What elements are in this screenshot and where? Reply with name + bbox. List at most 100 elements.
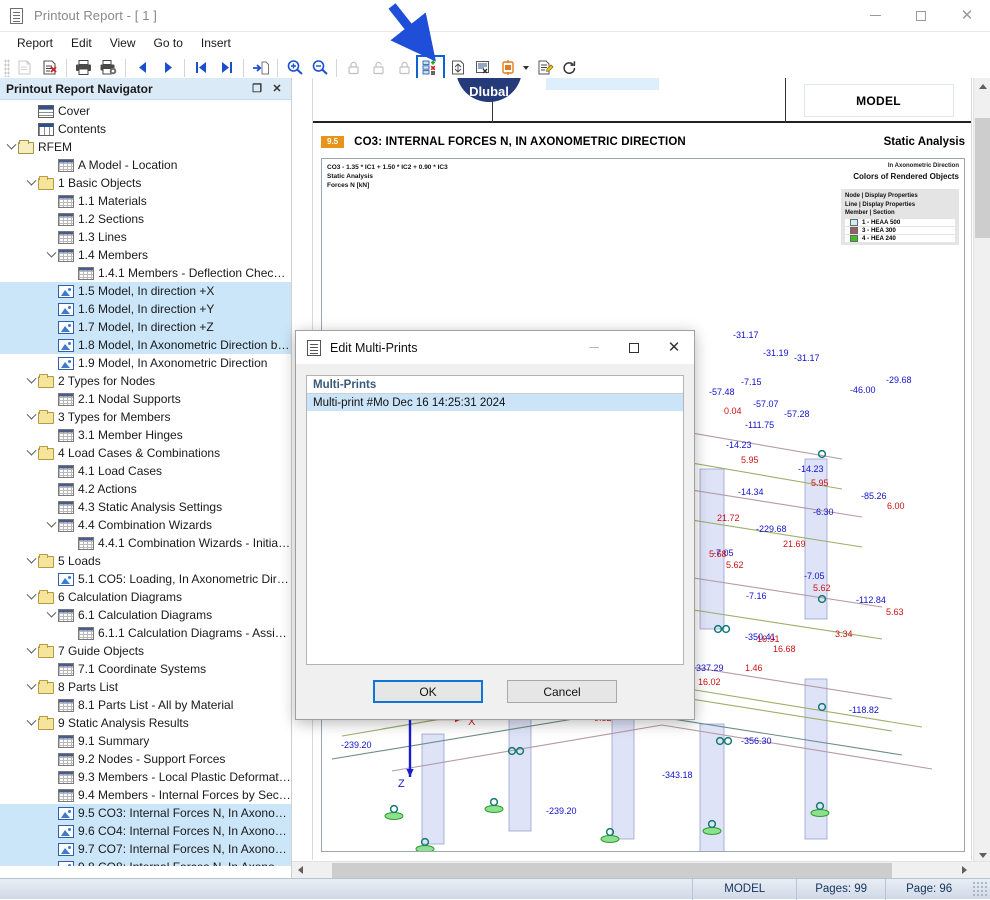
zoom-in-icon[interactable] (282, 56, 307, 80)
tree-item[interactable]: 1.3 Lines (0, 228, 291, 246)
menu-report[interactable]: Report (8, 34, 62, 52)
tree-item[interactable]: 1.2 Sections (0, 210, 291, 228)
cancel-button[interactable]: Cancel (507, 680, 617, 703)
tree-item[interactable]: 4.4.1 Combination Wizards - Initial ... (0, 534, 291, 552)
undock-icon[interactable]: ❐ (248, 80, 266, 98)
delete-report-icon[interactable] (37, 56, 62, 80)
tree-item[interactable]: 1.8 Model, In Axonometric Direction by .… (0, 336, 291, 354)
tree-item[interactable]: 2 Types for Nodes (0, 372, 291, 390)
multi-prints-listbox[interactable]: Multi-Prints Multi-print #Mo Dec 16 14:2… (306, 375, 684, 665)
expand-collapse-toggle[interactable] (24, 372, 38, 390)
expand-collapse-toggle[interactable] (24, 444, 38, 462)
tree-item[interactable]: 2.1 Nodal Supports (0, 390, 291, 408)
expand-collapse-toggle[interactable] (24, 714, 38, 732)
expand-collapse-toggle[interactable] (24, 588, 38, 606)
tree-item[interactable]: 7 Guide Objects (0, 642, 291, 660)
tree-item[interactable]: 9.6 CO4: Internal Forces N, In Axonom... (0, 822, 291, 840)
refresh-icon[interactable] (557, 56, 582, 80)
dialog-minimize-button[interactable] (574, 331, 614, 365)
expand-collapse-toggle[interactable] (24, 552, 38, 570)
print-icon[interactable] (71, 56, 96, 80)
tree-item[interactable]: 9.8 CO8: Internal Forces N, In Axonom... (0, 858, 291, 866)
tree-item[interactable]: 1.9 Model, In Axonometric Direction (0, 354, 291, 372)
tree-item[interactable]: 5 Loads (0, 552, 291, 570)
expand-collapse-toggle[interactable] (24, 678, 38, 696)
expand-collapse-toggle[interactable] (24, 408, 38, 426)
page-setup-icon[interactable] (445, 56, 470, 80)
tree-item[interactable]: 4.4 Combination Wizards (0, 516, 291, 534)
tree-item[interactable]: 1.5 Model, In direction +X (0, 282, 291, 300)
expand-collapse-toggle[interactable] (24, 174, 38, 192)
resize-grip-icon[interactable] (972, 881, 988, 897)
last-page-icon[interactable] (214, 56, 239, 80)
tree-item[interactable]: RFEM (0, 138, 291, 156)
open-report-icon[interactable] (12, 56, 37, 80)
ok-button[interactable]: OK (373, 680, 483, 703)
vertical-scroll-thumb[interactable] (975, 118, 990, 238)
tree-item[interactable]: A Model - Location (0, 156, 291, 174)
menu-view[interactable]: View (101, 34, 145, 52)
tree-item[interactable]: 6.1.1 Calculation Diagrams - Assign... (0, 624, 291, 642)
next-page-icon[interactable] (155, 56, 180, 80)
lock-closed-icon[interactable] (341, 56, 366, 80)
tree-item[interactable]: 1.4.1 Members - Deflection Check - ... (0, 264, 291, 282)
tree-item[interactable]: 1.7 Model, In direction +Z (0, 318, 291, 336)
tree-item[interactable]: 8.1 Parts List - All by Material (0, 696, 291, 714)
expand-collapse-toggle[interactable] (44, 246, 58, 264)
zoom-out-icon[interactable] (307, 56, 332, 80)
tree-item[interactable]: 4.3 Static Analysis Settings (0, 498, 291, 516)
tree-item[interactable]: 8 Parts List (0, 678, 291, 696)
tree-item[interactable]: 4.2 Actions (0, 480, 291, 498)
tree-item[interactable]: 9.1 Summary (0, 732, 291, 750)
list-item[interactable]: Multi-print #Mo Dec 16 14:25:31 2024 (307, 394, 683, 411)
menu-goto[interactable]: Go to (145, 34, 192, 52)
lock-toggle-icon[interactable] (391, 56, 416, 80)
tree-item[interactable]: 1.6 Model, In direction +Y (0, 300, 291, 318)
tree-item[interactable]: 7.1 Coordinate Systems (0, 660, 291, 678)
edit-page-icon[interactable] (532, 56, 557, 80)
tree-item[interactable]: 9.3 Members - Local Plastic Deformation.… (0, 768, 291, 786)
tree-item[interactable]: 9.7 CO7: Internal Forces N, In Axonom... (0, 840, 291, 858)
menu-edit[interactable]: Edit (62, 34, 101, 52)
tree-item[interactable]: 9 Static Analysis Results (0, 714, 291, 732)
report-tree[interactable]: Cover Contents RFEM A Model - Location 1 Bas… (0, 100, 291, 866)
horizontal-scroll-thumb[interactable] (332, 863, 892, 878)
tree-item[interactable]: 1 Basic Objects (0, 174, 291, 192)
tree-item[interactable]: Contents (0, 120, 291, 138)
expand-collapse-toggle[interactable] (44, 606, 58, 624)
tree-item[interactable]: 4.1 Load Cases (0, 462, 291, 480)
tree-item[interactable]: Cover (0, 102, 291, 120)
tree-item[interactable]: 1.4 Members (0, 246, 291, 264)
tree-item[interactable]: 9.2 Nodes - Support Forces (0, 750, 291, 768)
first-page-icon[interactable] (189, 56, 214, 80)
dialog-close-button[interactable]: ✕ (654, 331, 694, 365)
document-vertical-scrollbar[interactable] (973, 78, 990, 864)
export-icon[interactable] (495, 56, 520, 80)
minimize-button[interactable] (852, 0, 898, 32)
tree-item[interactable]: 6 Calculation Diagrams (0, 588, 291, 606)
close-button[interactable]: ✕ (944, 0, 990, 32)
tree-item[interactable]: 3.1 Member Hinges (0, 426, 291, 444)
header-footer-icon[interactable] (470, 56, 495, 80)
lock-open-icon[interactable] (366, 56, 391, 80)
tree-item[interactable]: 6.1 Calculation Diagrams (0, 606, 291, 624)
tree-item[interactable]: 3 Types for Members (0, 408, 291, 426)
tree-item[interactable]: 9.4 Members - Internal Forces by Section (0, 786, 291, 804)
menu-insert[interactable]: Insert (192, 34, 240, 52)
export-dropdown-arrow[interactable] (520, 56, 532, 80)
scroll-right-button[interactable] (956, 862, 973, 879)
scroll-left-button[interactable] (292, 862, 309, 879)
tree-item[interactable]: 1.1 Materials (0, 192, 291, 210)
expand-collapse-toggle[interactable] (24, 642, 38, 660)
document-horizontal-scrollbar[interactable] (292, 861, 990, 878)
toolbar-grip[interactable] (4, 58, 10, 77)
tree-item[interactable]: 5.1 CO5: Loading, In Axonometric Direc..… (0, 570, 291, 588)
multi-prints-icon[interactable] (416, 54, 445, 81)
expand-collapse-toggle[interactable] (4, 138, 18, 156)
previous-page-icon[interactable] (130, 56, 155, 80)
dialog-maximize-button[interactable] (614, 331, 654, 365)
tree-item[interactable]: 4 Load Cases & Combinations (0, 444, 291, 462)
scroll-up-button[interactable] (974, 78, 990, 95)
close-icon[interactable]: ✕ (268, 80, 286, 98)
maximize-button[interactable] (898, 0, 944, 32)
